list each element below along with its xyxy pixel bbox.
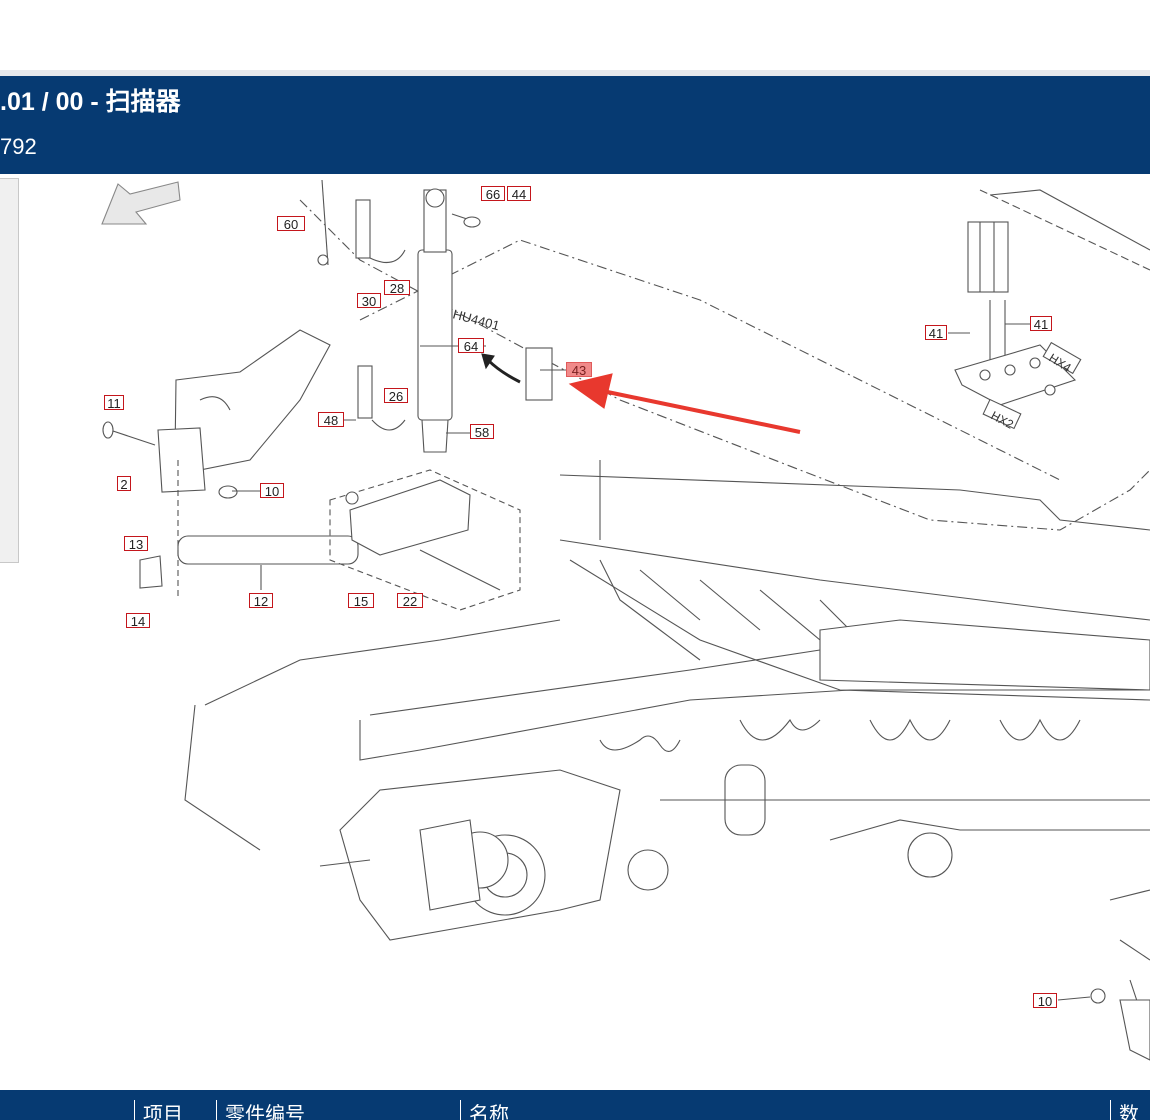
callout-13[interactable]: 13 <box>124 536 148 552</box>
column-header-part-number[interactable]: 零件编号 <box>216 1100 305 1120</box>
callout-26[interactable]: 26 <box>384 388 408 404</box>
callout-43[interactable]: 43 <box>566 362 592 378</box>
top-whitespace <box>0 0 1150 72</box>
callout-64[interactable]: 64 <box>458 338 484 354</box>
callout-14[interactable]: 14 <box>126 613 150 629</box>
callout-30[interactable]: 30 <box>357 293 381 309</box>
parts-table-header: 项目 零件编号 名称 数 <box>0 1090 1150 1120</box>
callout-60[interactable]: 60 <box>277 216 305 232</box>
callout-2[interactable]: 2 <box>117 476 131 492</box>
callout-10[interactable]: 10 <box>1033 993 1057 1009</box>
callout-10[interactable]: 10 <box>260 483 284 499</box>
callout-12[interactable]: 12 <box>249 593 273 609</box>
callout-58[interactable]: 58 <box>470 424 494 440</box>
column-header-name[interactable]: 名称 <box>460 1100 509 1120</box>
exploded-view-drawing: HU4401 HX4 HX2 <box>101 179 1150 1061</box>
callout-41[interactable]: 41 <box>925 325 947 341</box>
callout-48[interactable]: 48 <box>318 412 344 428</box>
parts-diagram: HU4401 HX4 HX2 60 66 44 30 28 64 43 41 41 11 48 26 5… <box>0 174 1150 1090</box>
callout-41[interactable]: 41 <box>1030 316 1052 332</box>
manifold-block <box>954 221 1082 430</box>
callout-22[interactable]: 22 <box>397 593 423 609</box>
callout-66[interactable]: 66 <box>481 186 505 202</box>
column-header-item[interactable]: 项目 <box>134 1100 183 1120</box>
part-id-text: HU4401 <box>451 306 501 333</box>
callout-44[interactable]: 44 <box>507 186 531 202</box>
callout-15[interactable]: 15 <box>348 593 374 609</box>
callout-11[interactable]: 11 <box>104 395 124 411</box>
page-header: .01 / 00 - 扫描器 792 <box>0 76 1150 174</box>
column-header-quantity[interactable]: 数 <box>1110 1100 1139 1120</box>
highlight-arrow <box>568 373 801 434</box>
page-title: .01 / 00 - 扫描器 <box>0 88 181 116</box>
back-arrow-icon[interactable] <box>101 181 181 225</box>
callout-28[interactable]: 28 <box>384 280 410 296</box>
page-subtitle: 792 <box>0 134 37 159</box>
